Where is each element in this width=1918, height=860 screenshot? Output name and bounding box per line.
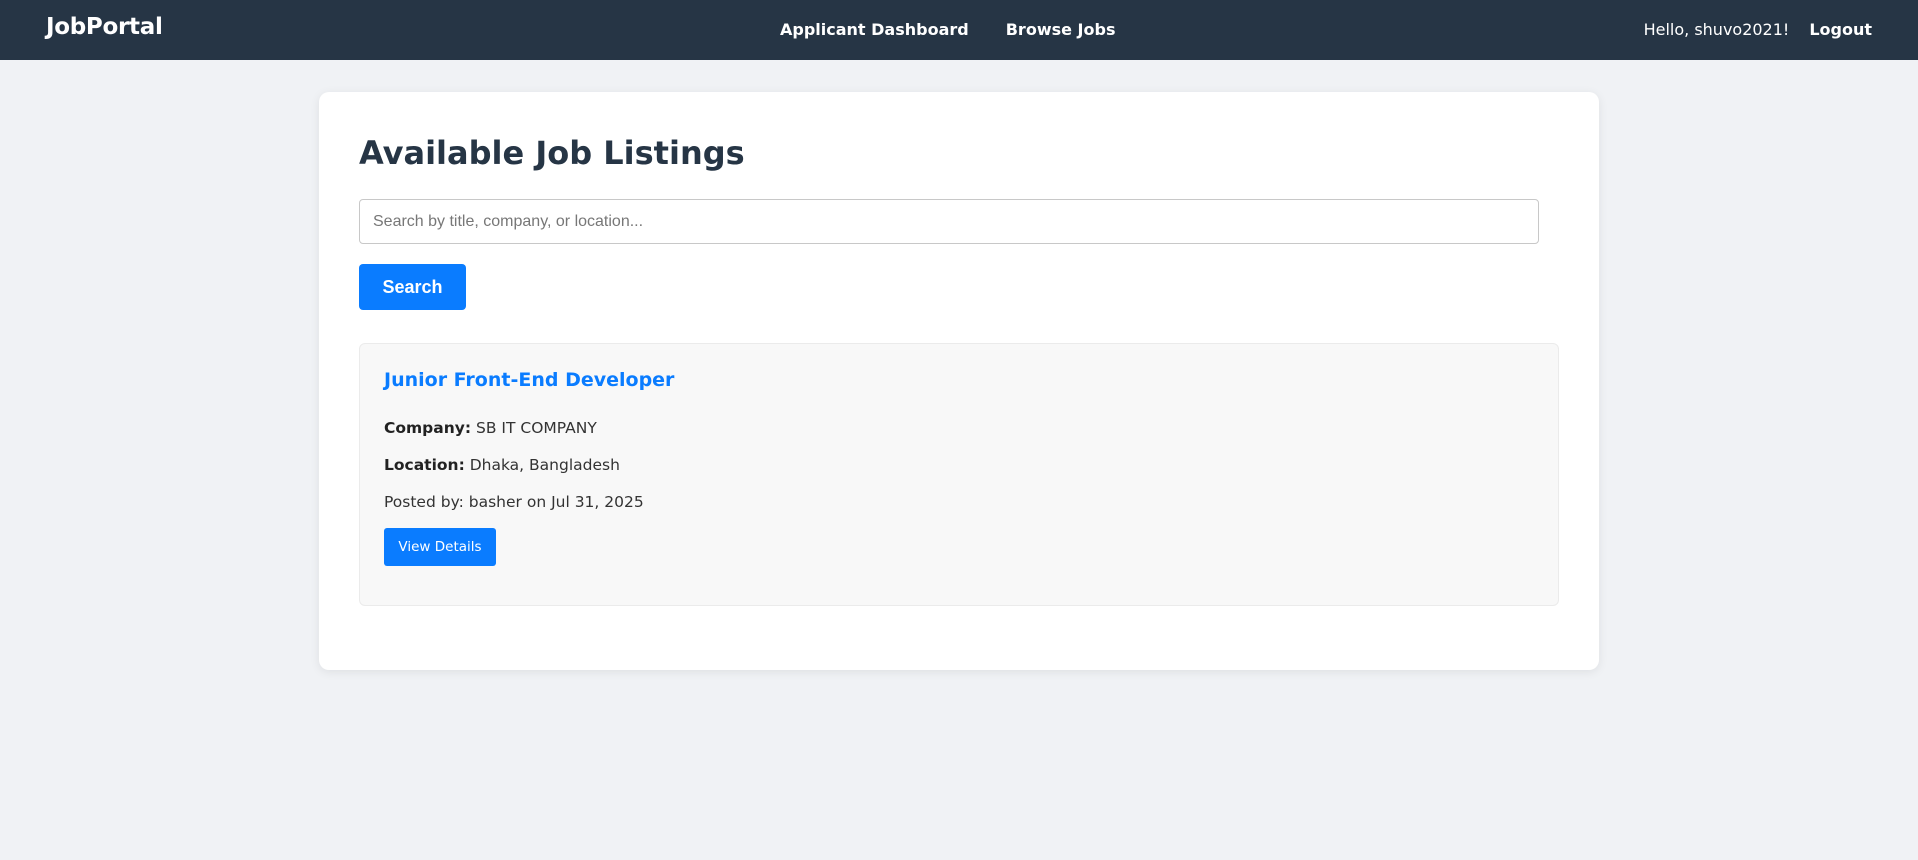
job-company: Company: SB IT COMPANY: [384, 419, 597, 437]
nav-browse-jobs[interactable]: Browse Jobs: [1006, 20, 1116, 39]
job-title-link[interactable]: Junior Front-End Developer: [384, 369, 674, 391]
user-menu: Hello, shuvo2021! Logout: [1644, 20, 1872, 39]
brand-logo[interactable]: JobPortal: [46, 14, 163, 40]
location-value: Dhaka, Bangladesh: [469, 456, 620, 474]
job-card: Junior Front-End Developer Company: SB I…: [359, 343, 1559, 606]
location-label: Location:: [384, 456, 465, 474]
search-button[interactable]: Search: [359, 264, 466, 310]
page-title: Available Job Listings: [359, 134, 745, 172]
main-nav: Applicant Dashboard Browse Jobs: [780, 20, 1115, 39]
search-input[interactable]: [359, 199, 1539, 244]
user-greeting: Hello, shuvo2021!: [1643, 20, 1790, 39]
company-value: SB IT COMPANY: [476, 419, 597, 437]
navbar: JobPortal Applicant Dashboard Browse Job…: [0, 0, 1918, 60]
job-listings-panel: Available Job Listings Search Junior Fro…: [319, 92, 1599, 670]
job-location: Location: Dhaka, Bangladesh: [384, 456, 620, 474]
view-details-button[interactable]: View Details: [384, 528, 496, 566]
nav-applicant-dashboard[interactable]: Applicant Dashboard: [780, 20, 969, 39]
logout-link[interactable]: Logout: [1809, 20, 1872, 39]
company-label: Company:: [384, 419, 472, 437]
job-posted-info: Posted by: basher on Jul 31, 2025: [384, 493, 644, 511]
